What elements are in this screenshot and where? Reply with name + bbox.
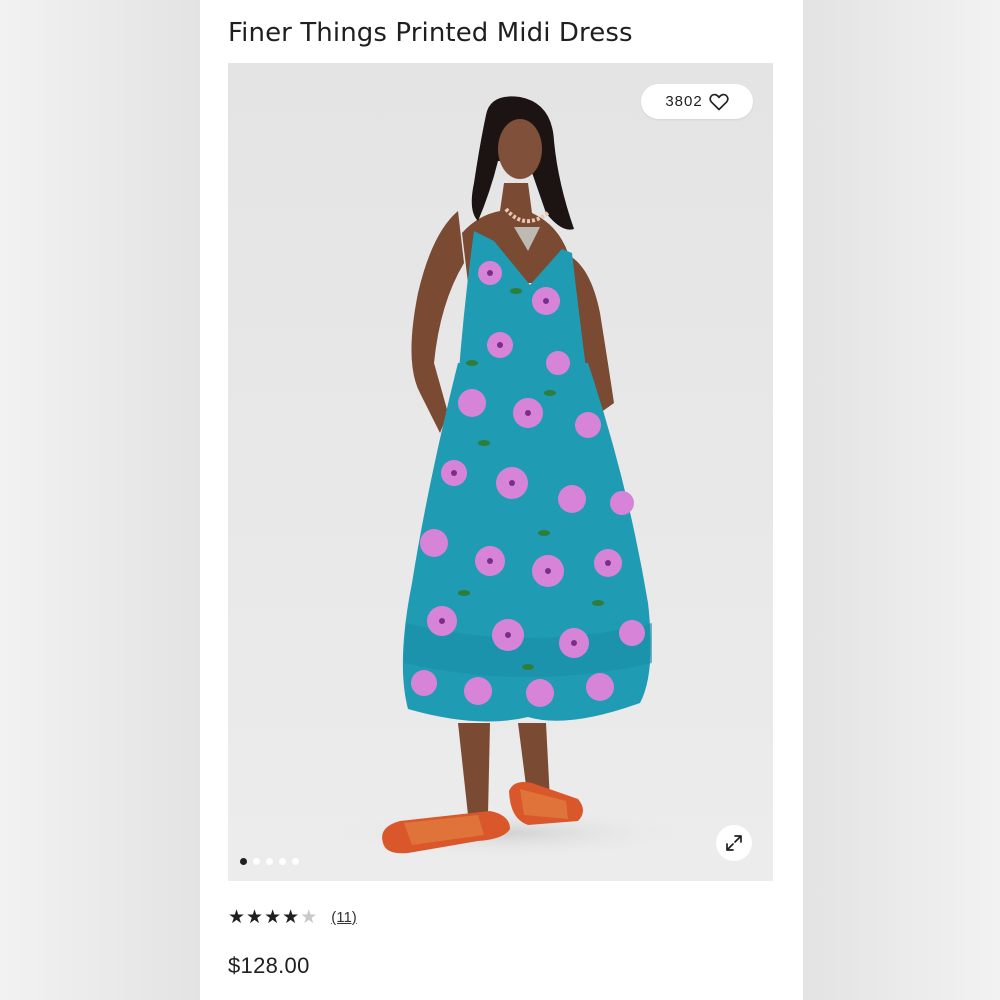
star-rating: ★ ★ ★ ★ ★: [228, 908, 317, 927]
star-icon: ★: [246, 907, 264, 928]
star-icon: ★: [228, 907, 246, 928]
like-count: 3802: [665, 93, 703, 110]
star-icon: ★: [264, 907, 282, 928]
product-image-gallery[interactable]: 3802: [228, 63, 773, 881]
product-title: Finer Things Printed Midi Dress: [228, 18, 633, 48]
gallery-dot[interactable]: [240, 858, 247, 865]
expand-image-button[interactable]: [716, 825, 752, 861]
star-icon: ★: [282, 907, 300, 928]
review-count-link[interactable]: (11): [331, 909, 357, 926]
product-rating: ★ ★ ★ ★ ★ (11): [228, 908, 357, 927]
right-backdrop: [803, 0, 1000, 1000]
gallery-dot[interactable]: [253, 858, 260, 865]
product-photo: [228, 63, 773, 881]
expand-icon: [726, 835, 742, 851]
gallery-dot[interactable]: [266, 858, 273, 865]
gallery-pagination: [240, 858, 299, 865]
product-price: $128.00: [228, 953, 310, 978]
star-empty-icon: ★: [300, 907, 318, 928]
like-button[interactable]: 3802: [641, 84, 753, 119]
gallery-dot[interactable]: [292, 858, 299, 865]
left-backdrop: [0, 0, 200, 1000]
heart-icon: [709, 93, 729, 110]
gallery-dot[interactable]: [279, 858, 286, 865]
